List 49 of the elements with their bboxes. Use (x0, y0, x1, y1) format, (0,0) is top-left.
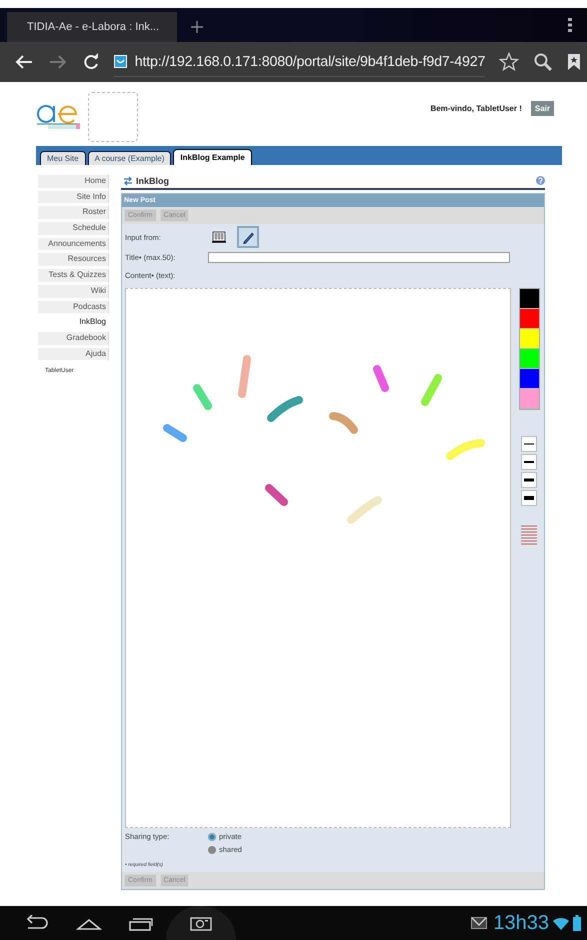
sidebar-item[interactable]: Schedule (37, 221, 109, 236)
site-tab[interactable]: Meu Site (40, 151, 86, 165)
color-swatch[interactable] (520, 329, 539, 349)
browser-tab[interactable]: TIDIA-Ae - e-Labora : Ink... (7, 12, 177, 42)
sidebar-item[interactable]: Roster (37, 205, 109, 220)
sidebar-item[interactable]: Tests & Quizzes (37, 268, 109, 283)
battery-icon (573, 915, 581, 931)
search-icon[interactable] (533, 52, 554, 72)
sidebar-item[interactable]: Site Info (37, 190, 109, 204)
sidebar-item[interactable]: Resources (37, 252, 109, 268)
forward-icon[interactable] (48, 53, 68, 71)
color-swatch[interactable] (520, 369, 539, 389)
sidebar-item[interactable]: Ajuda (37, 346, 109, 362)
logout-button[interactable]: Sair (530, 101, 554, 116)
help-icon[interactable] (536, 176, 545, 185)
sidebar-item[interactable]: Announcements (37, 236, 109, 252)
tool-title: InkBlog (136, 176, 169, 186)
lines-icon[interactable] (520, 524, 538, 547)
back-icon[interactable] (14, 53, 34, 71)
site-tab[interactable]: InkBlog Example (173, 149, 252, 165)
back-icon[interactable] (24, 915, 50, 931)
star-icon[interactable] (499, 52, 520, 72)
line-width-icon[interactable] (521, 472, 538, 488)
title-field[interactable] (208, 252, 510, 262)
color-swatch[interactable] (520, 389, 539, 409)
site-icon (114, 55, 127, 68)
sidebar-item[interactable]: Home (37, 174, 109, 189)
welcome-text: Bem-vindo, TabletUser ! (430, 104, 522, 113)
wifi-icon (553, 916, 569, 930)
camera-icon[interactable] (190, 915, 212, 931)
sidebar-item[interactable]: Podcasts (37, 300, 109, 314)
line-width-icon[interactable] (521, 436, 538, 452)
photo-placeholder (88, 92, 138, 142)
refresh-icon[interactable] (123, 176, 133, 186)
clock-text: 13h33 (493, 912, 549, 934)
line-width-icon[interactable] (521, 490, 538, 506)
color-swatch[interactable] (520, 349, 539, 369)
menu-icon[interactable] (567, 17, 573, 33)
sidebar-item[interactable]: InkBlog (37, 315, 109, 330)
color-swatch[interactable] (520, 289, 539, 309)
mail-icon (471, 917, 488, 929)
reload-icon[interactable] (82, 53, 100, 71)
color-swatch[interactable] (520, 309, 539, 329)
bookmark-icon[interactable] (567, 53, 581, 71)
site-tab[interactable]: A course (Example) (88, 151, 172, 165)
line-width-icon[interactable] (521, 454, 538, 470)
sidebar-item[interactable]: Gradebook (37, 330, 109, 346)
pen-icon[interactable] (237, 226, 259, 248)
sidebar-item[interactable]: Wiki (37, 284, 109, 298)
